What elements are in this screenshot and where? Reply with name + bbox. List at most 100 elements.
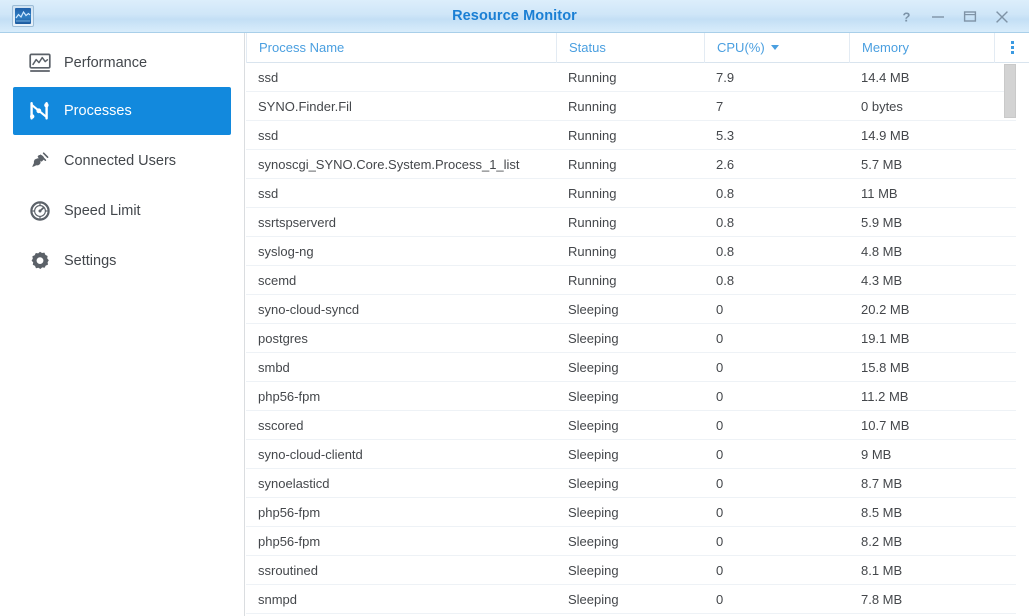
cell-status: Running (568, 156, 617, 172)
performance-chart-icon (27, 50, 53, 76)
help-button[interactable]: ? (895, 6, 917, 27)
table-row[interactable]: syno-cloud-clientd Sleeping 0 9 MB (246, 440, 1029, 469)
cell-cpu: 0 (716, 359, 724, 375)
cell-memory: 14.4 MB (861, 69, 910, 85)
cell-cpu: 0 (716, 562, 724, 578)
table-row[interactable]: sscored Sleeping 0 10.7 MB (246, 411, 1029, 440)
table-row[interactable]: ssrtspserverd Running 0.8 5.9 MB (246, 208, 1029, 237)
minimize-button[interactable] (927, 6, 949, 27)
process-table: Process Name Status CPU(%) Memory ssd Run… (246, 33, 1029, 616)
column-header-label: Process Name (259, 39, 345, 55)
vertical-scrollbar[interactable] (1004, 64, 1016, 616)
cell-status: Sleeping (568, 359, 619, 375)
table-row[interactable]: synoelasticd Sleeping 0 8.7 MB (246, 469, 1029, 498)
table-row[interactable]: php56-fpm Sleeping 0 11.2 MB (246, 382, 1029, 411)
sidebar-item-label: Connected Users (64, 153, 177, 169)
cell-status: Running (568, 272, 617, 288)
sidebar-item-label: Speed Limit (64, 203, 141, 219)
cell-memory: 8.1 MB (861, 562, 903, 578)
column-header-cpu[interactable]: CPU(%) (704, 33, 849, 63)
cell-cpu: 0 (716, 475, 724, 491)
cell-status: Running (568, 185, 617, 201)
cell-cpu: 0 (716, 504, 724, 520)
cell-status: Sleeping (568, 475, 619, 491)
cell-cpu: 5.3 (716, 127, 735, 143)
table-row[interactable]: php56-fpm Sleeping 0 8.2 MB (246, 527, 1029, 556)
table-row[interactable]: ssd Running 5.3 14.9 MB (246, 121, 1029, 150)
cell-process-name: postgres (258, 330, 308, 346)
cell-cpu: 0 (716, 591, 724, 607)
cell-process-name: syno-cloud-clientd (258, 446, 363, 462)
column-header-memory[interactable]: Memory (849, 33, 994, 63)
cell-process-name: syno-cloud-syncd (258, 301, 360, 317)
window-title: Resource Monitor (452, 8, 577, 24)
cell-memory: 11.2 MB (861, 388, 909, 404)
table-row[interactable]: SYNO.Finder.Fil Running 7 0 bytes (246, 92, 1029, 121)
cell-process-name: SYNO.Finder.Fil (258, 98, 352, 114)
column-header-label: Memory (862, 39, 909, 55)
cell-memory: 19.1 MB (861, 330, 910, 346)
cell-memory: 8.5 MB (861, 504, 903, 520)
table-row[interactable]: php56-fpm Sleeping 0 8.5 MB (246, 498, 1029, 527)
cell-cpu: 0.8 (716, 272, 735, 288)
title-bar: Resource Monitor ? (0, 0, 1029, 33)
sidebar-item-label: Performance (64, 55, 148, 71)
sidebar-item-processes[interactable]: Processes (13, 87, 231, 135)
cell-status: Running (568, 243, 617, 259)
resource-monitor-icon (12, 5, 34, 27)
vertical-dots-icon (1010, 41, 1014, 54)
cell-process-name: ssd (258, 69, 279, 85)
cell-memory: 11 MB (861, 185, 898, 201)
cell-status: Sleeping (568, 388, 619, 404)
cell-status: Sleeping (568, 504, 619, 520)
column-header-status[interactable]: Status (556, 33, 704, 63)
table-row[interactable]: ssroutined Sleeping 0 8.1 MB (246, 556, 1029, 585)
column-header-label: Status (569, 39, 606, 55)
table-row[interactable]: ssd Running 0.8 11 MB (246, 179, 1029, 208)
close-button[interactable] (991, 6, 1013, 27)
cell-status: Running (568, 98, 617, 114)
cell-process-name: php56-fpm (258, 533, 321, 549)
column-header-process-name[interactable]: Process Name (246, 33, 556, 63)
cell-cpu: 0 (716, 301, 724, 317)
sidebar-item-speed-limit[interactable]: Speed Limit (13, 187, 231, 235)
cell-memory: 0 bytes (861, 98, 903, 114)
maximize-button[interactable] (959, 6, 981, 27)
sidebar-item-connected-users[interactable]: Connected Users (13, 137, 231, 185)
cell-process-name: smbd (258, 359, 290, 375)
cell-process-name: php56-fpm (258, 388, 321, 404)
cell-status: Running (568, 214, 617, 230)
cell-cpu: 0 (716, 446, 724, 462)
cell-memory: 4.8 MB (861, 243, 903, 259)
table-row[interactable]: syno-cloud-syncd Sleeping 0 20.2 MB (246, 295, 1029, 324)
gear-icon (27, 248, 53, 274)
cell-status: Sleeping (568, 533, 619, 549)
table-row[interactable]: snmpd Sleeping 0 7.8 MB (246, 585, 1029, 614)
cell-status: Running (568, 127, 617, 143)
svg-text:?: ? (902, 10, 910, 24)
table-row[interactable]: syslog-ng Running 0.8 4.8 MB (246, 237, 1029, 266)
sidebar-item-label: Processes (64, 103, 132, 119)
cell-memory: 8.7 MB (861, 475, 903, 491)
table-row[interactable]: postgres Sleeping 0 19.1 MB (246, 324, 1029, 353)
cell-status: Sleeping (568, 562, 619, 578)
column-options-button[interactable] (994, 33, 1029, 63)
table-row[interactable]: scemd Running 0.8 4.3 MB (246, 266, 1029, 295)
table-row[interactable]: ssd Running 7.9 14.4 MB (246, 63, 1029, 92)
cell-cpu: 2.6 (716, 156, 735, 172)
table-header-row: Process Name Status CPU(%) Memory (246, 33, 1029, 63)
plug-icon (27, 148, 53, 174)
cell-status: Sleeping (568, 301, 619, 317)
scrollbar-thumb[interactable] (1004, 64, 1016, 118)
speedometer-icon (27, 198, 53, 224)
cell-process-name: sscored (258, 417, 304, 433)
sidebar-item-performance[interactable]: Performance (13, 39, 231, 87)
table-body: ssd Running 7.9 14.4 MB SYNO.Finder.Fil Runni… (246, 63, 1029, 616)
table-row[interactable]: synoscgi_SYNO.Core.System.Process_1_list… (246, 150, 1029, 179)
resource-monitor-window: Resource Monitor ? Performance Processes… (0, 0, 1029, 616)
table-row[interactable]: smbd Sleeping 0 15.8 MB (246, 353, 1029, 382)
sidebar-item-settings[interactable]: Settings (13, 237, 231, 285)
cell-memory: 15.8 MB (861, 359, 910, 375)
cell-memory: 4.3 MB (861, 272, 903, 288)
cell-status: Running (568, 69, 617, 85)
